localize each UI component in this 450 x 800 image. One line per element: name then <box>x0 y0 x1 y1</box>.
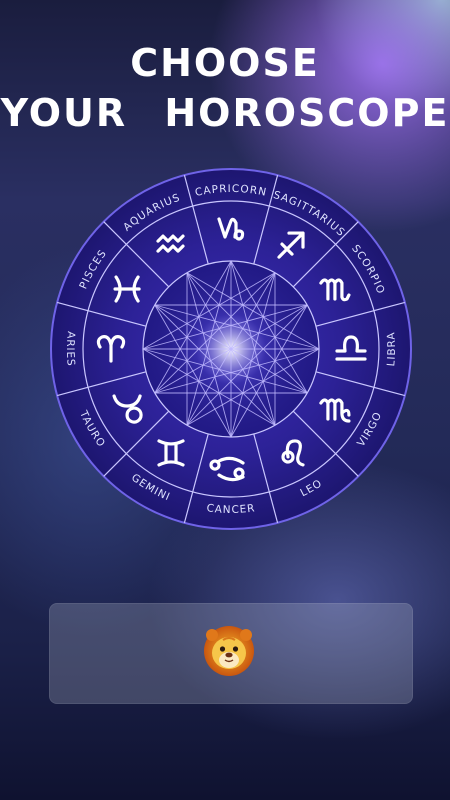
sign-label-aries[interactable]: ARIES <box>64 331 77 367</box>
sign-label-cancer[interactable]: CANCER <box>206 502 256 516</box>
title-line-2: YOUR HOROSCOPE <box>0 91 450 135</box>
zodiac-wheel[interactable]: SAGITTARIUSSCORPIOLIBRAVIRGOLEOCANCERGEM… <box>48 166 414 532</box>
title-line-1: CHOOSE <box>130 41 320 85</box>
sign-label-libra[interactable]: LIBRA <box>385 331 398 367</box>
lion-face-icon[interactable] <box>203 622 255 678</box>
